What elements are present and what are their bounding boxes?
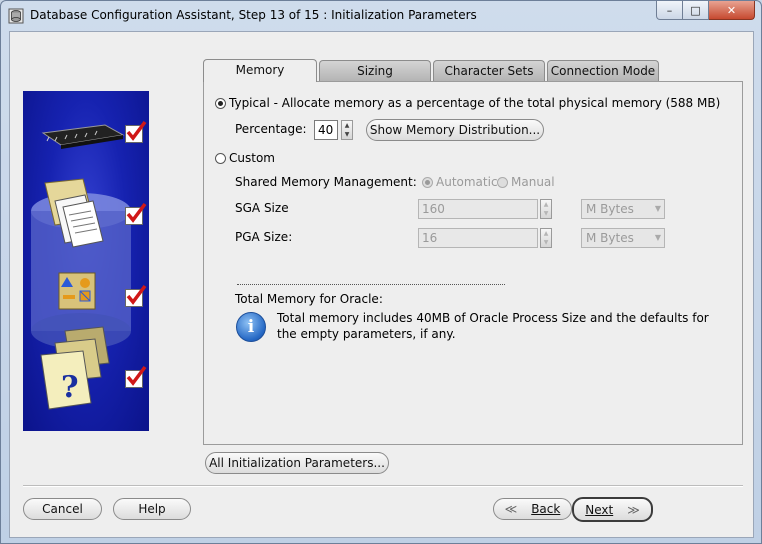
spin-up-icon[interactable]: ▲ — [541, 200, 551, 209]
step-progress-image: ? — [23, 91, 149, 431]
back-arrow-icon: ≪ — [504, 502, 518, 516]
memory-tab-panel: Typical - Allocate memory as a percentag… — [203, 81, 743, 445]
tab-character-sets[interactable]: Character Sets — [433, 60, 545, 81]
back-button[interactable]: ≪ Back — [493, 498, 572, 520]
show-memory-distribution-label: Show Memory Distribution... — [369, 123, 541, 137]
svg-text:?: ? — [61, 370, 79, 405]
total-memory-info-text: Total memory includes 40MB of Oracle Pro… — [277, 311, 709, 341]
pga-size-label: PGA Size: — [235, 230, 293, 244]
window-controls: – □ ✕ — [656, 1, 755, 21]
checkmark-icon — [126, 120, 147, 141]
custom-label[interactable]: Custom — [229, 151, 275, 165]
next-arrow-icon: ≫ — [627, 502, 640, 517]
cancel-label: Cancel — [42, 502, 83, 516]
cancel-button[interactable]: Cancel — [23, 498, 102, 520]
checkmark-icon — [126, 284, 147, 305]
chevron-down-icon: ▼ — [654, 233, 661, 242]
typical-label[interactable]: Typical - Allocate memory as a percentag… — [229, 96, 720, 110]
custom-radio[interactable] — [215, 153, 226, 164]
tab-connection-mode[interactable]: Connection Mode — [547, 60, 659, 81]
tab-memory[interactable]: Memory — [203, 59, 317, 82]
percentage-input[interactable]: 40 — [314, 120, 338, 140]
shapes-icon — [58, 272, 96, 310]
maximize-button[interactable]: □ — [683, 1, 709, 20]
sga-size-input[interactable]: 160 — [418, 199, 538, 219]
step-check-1 — [125, 120, 147, 143]
bottom-separator — [23, 485, 743, 487]
percentage-spinner[interactable]: ▲ ▼ — [341, 120, 353, 140]
close-button[interactable]: ✕ — [709, 1, 755, 20]
tab-sizing[interactable]: Sizing — [319, 60, 431, 81]
sga-unit-value: M Bytes — [586, 202, 634, 216]
next-label: Next — [585, 502, 614, 517]
checkmark-icon — [126, 365, 147, 386]
sga-size-spinner[interactable]: ▲ ▼ — [540, 199, 552, 219]
shared-memory-label: Shared Memory Management: — [235, 175, 417, 189]
automatic-radio[interactable] — [422, 177, 433, 188]
automatic-label: Automatic — [436, 175, 498, 189]
sga-size-label: SGA Size — [235, 201, 289, 215]
separator — [237, 284, 505, 285]
spin-up-icon[interactable]: ▲ — [541, 229, 551, 238]
manual-radio[interactable] — [497, 177, 508, 188]
percentage-label: Percentage: — [235, 122, 307, 136]
dialog-client-area: ? Memory Sizing Character Sets Connectio… — [9, 31, 754, 538]
typical-radio[interactable] — [215, 98, 226, 109]
spin-down-icon[interactable]: ▼ — [541, 238, 551, 247]
show-memory-distribution-button[interactable]: Show Memory Distribution... — [366, 119, 544, 141]
all-initialization-parameters-label: All Initialization Parameters... — [209, 456, 385, 470]
spin-down-icon[interactable]: ▼ — [541, 209, 551, 218]
next-button[interactable]: Next ≫ — [572, 497, 653, 522]
chevron-down-icon: ▼ — [654, 204, 661, 213]
title-bar[interactable]: Database Configuration Assistant, Step 1… — [1, 1, 761, 31]
help-label: Help — [138, 502, 166, 516]
manual-label: Manual — [511, 175, 555, 189]
step-check-2 — [125, 202, 147, 225]
step-check-4 — [125, 365, 147, 388]
spin-down-icon[interactable]: ▼ — [342, 130, 352, 139]
checkmark-icon — [126, 202, 147, 223]
step-check-3 — [125, 284, 147, 307]
help-button[interactable]: Help — [113, 498, 191, 520]
info-icon: i — [236, 312, 266, 342]
dbca-window: Database Configuration Assistant, Step 1… — [0, 0, 762, 544]
chip-icon — [41, 124, 125, 149]
spin-up-icon[interactable]: ▲ — [342, 121, 352, 130]
pga-size-spinner[interactable]: ▲ ▼ — [540, 228, 552, 248]
close-icon: ✕ — [726, 3, 737, 17]
minimize-button[interactable]: – — [656, 1, 683, 20]
all-initialization-parameters-button[interactable]: All Initialization Parameters... — [205, 452, 389, 474]
window-title: Database Configuration Assistant, Step 1… — [30, 8, 477, 22]
sga-unit-select[interactable]: M Bytes ▼ — [581, 199, 665, 219]
back-label: Back — [531, 502, 561, 516]
pga-size-input[interactable]: 16 — [418, 228, 538, 248]
pga-unit-value: M Bytes — [586, 231, 634, 245]
pga-unit-select[interactable]: M Bytes ▼ — [581, 228, 665, 248]
maximize-icon: □ — [690, 3, 701, 17]
database-assistant-icon — [8, 8, 24, 24]
total-memory-label: Total Memory for Oracle: — [235, 292, 383, 306]
minimize-icon: – — [666, 3, 673, 17]
